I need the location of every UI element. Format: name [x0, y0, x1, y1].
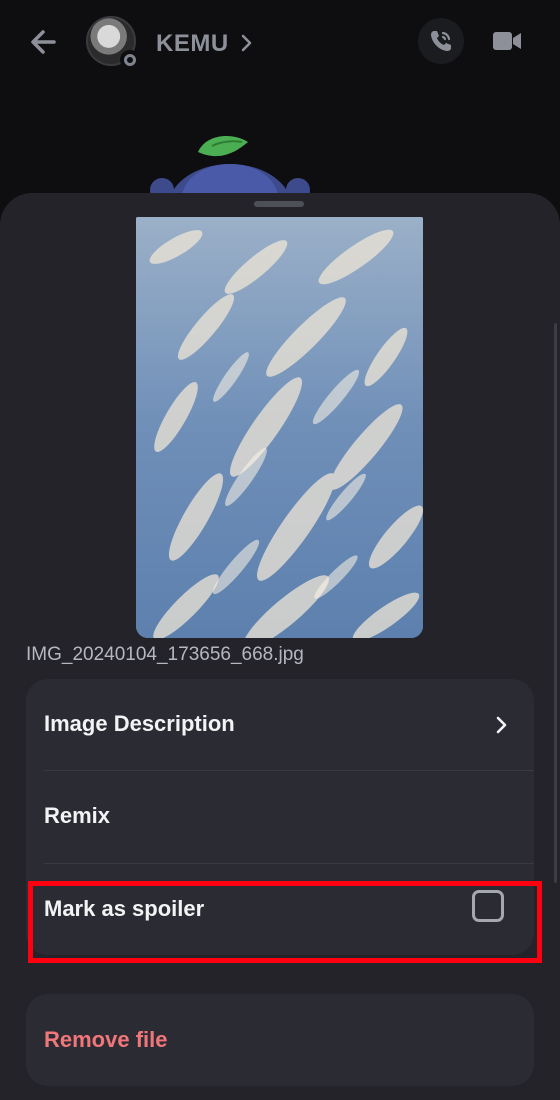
phone-call-icon [431, 31, 451, 51]
remove-file-card[interactable]: Remove file [26, 994, 534, 1086]
image-description-row[interactable]: Image Description [26, 679, 534, 771]
remix-row[interactable]: Remix [26, 771, 534, 863]
attachment-options-sheet: IMG_20240104_173656_668.jpg Image Descri… [0, 193, 560, 1100]
back-button[interactable] [24, 22, 64, 62]
username[interactable]: KEMU [156, 30, 229, 58]
remove-file-button[interactable]: Remove file [44, 1027, 168, 1053]
user-avatar[interactable] [86, 16, 140, 70]
voice-call-button[interactable] [418, 18, 464, 64]
highlight-box [28, 881, 542, 963]
drag-handle[interactable] [254, 201, 304, 207]
dm-header: KEMU [0, 0, 560, 88]
scrollbar[interactable] [554, 323, 557, 883]
remix-label: Remix [44, 803, 111, 828]
video-camera-icon [493, 32, 521, 50]
chevron-right-icon [496, 716, 507, 734]
video-call-button[interactable] [484, 18, 530, 64]
arrow-left-icon [31, 30, 56, 54]
dm-screen: KEMU IMG_20240104_173656_668.jpg Image D… [0, 0, 560, 1100]
image-preview [136, 217, 423, 638]
image-description-label: Image Description [44, 711, 235, 736]
status-indicator [120, 50, 140, 70]
attachment-filename: IMG_20240104_173656_668.jpg [26, 644, 304, 665]
chevron-right-icon [241, 34, 252, 52]
